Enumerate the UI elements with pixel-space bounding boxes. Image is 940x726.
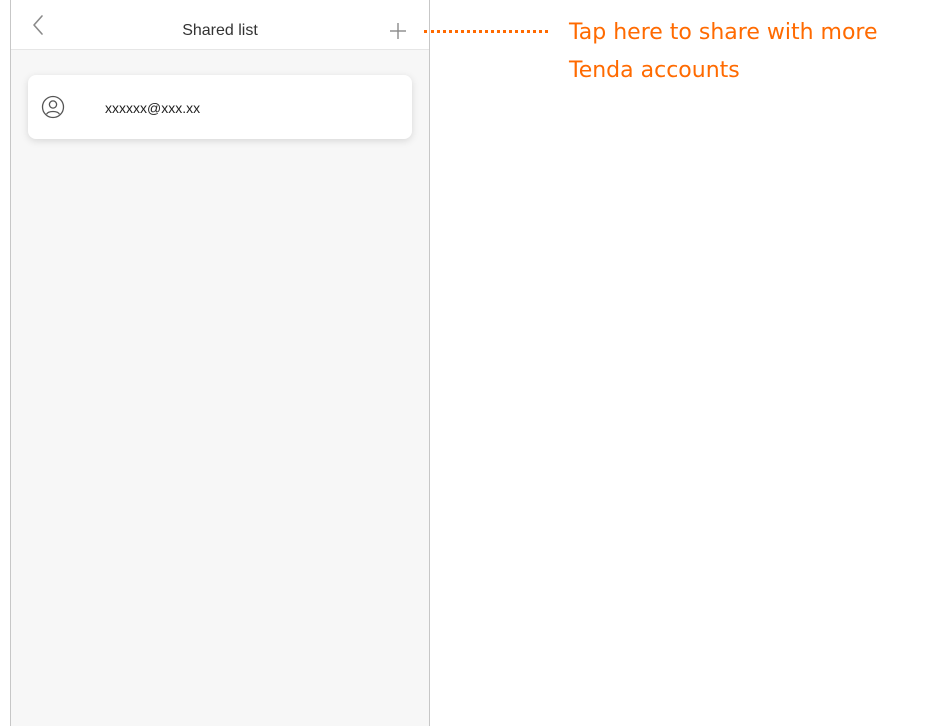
nav-bar: Shared list [11, 0, 429, 50]
page-title: Shared list [182, 22, 258, 39]
back-button[interactable] [25, 12, 51, 38]
phone-screen: Shared list xxxxxx@xxx.xx [10, 0, 430, 726]
callout-line-1: Tap here to share with more [569, 20, 878, 45]
plus-icon [390, 23, 406, 39]
shared-account-card[interactable]: xxxxxx@xxx.xx [28, 75, 412, 139]
callout-line-2: Tenda accounts [569, 58, 740, 83]
add-share-button[interactable] [387, 20, 409, 42]
chevron-left-icon [33, 15, 43, 35]
user-circle-icon [41, 95, 65, 119]
account-email: xxxxxx@xxx.xx [105, 100, 201, 116]
callout-dotted-line [424, 30, 548, 33]
callout-annotation: Tap here to share with more Tenda accoun… [569, 14, 937, 90]
